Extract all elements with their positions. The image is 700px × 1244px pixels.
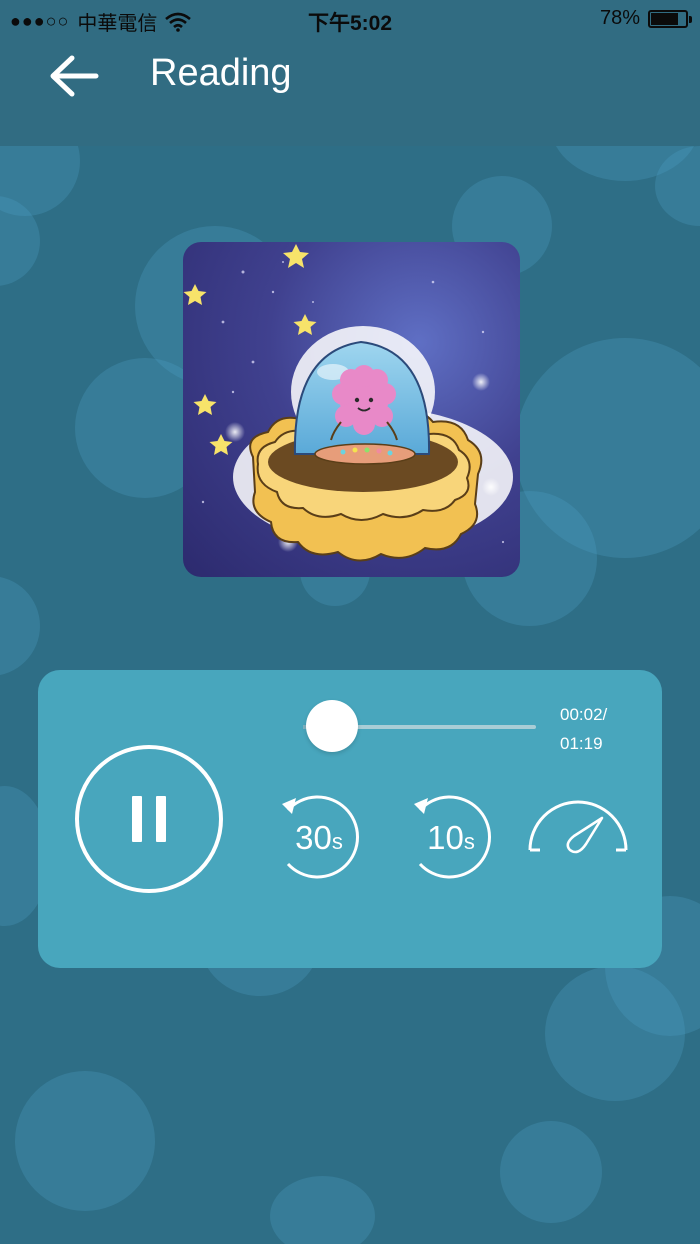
status-right: 78% [599, 7, 692, 30]
rewind-30-label: 30 [295, 819, 332, 856]
total-time: 01:19 [560, 734, 603, 753]
navigation-header: Reading [0, 40, 700, 146]
svg-text:10s: 10s [427, 819, 475, 856]
cover-illustration [183, 244, 513, 562]
player-controls-panel: 00:02/ 01:19 30s 10s [38, 670, 662, 968]
progress-slider-thumb[interactable] [306, 700, 358, 752]
rewind-30-button[interactable]: 30s [276, 790, 366, 884]
battery-level [651, 12, 678, 25]
arrow-left-icon [50, 55, 99, 97]
back-button[interactable] [44, 50, 108, 102]
book-cover-image [183, 242, 520, 577]
svg-text:30s: 30s [295, 819, 343, 856]
time-display: 00:02/ 01:19 [560, 700, 607, 758]
status-bar: ●●●○○ 中華電信 下午5:02 78% [0, 0, 700, 40]
battery-percent: 78% [599, 7, 640, 29]
battery-icon [648, 9, 692, 28]
page-title: Reading [150, 52, 292, 94]
bubble [0, 576, 40, 676]
rewind-10-unit: s [464, 829, 475, 854]
rewind-30-icon: 30s [282, 795, 359, 879]
clock: 下午5:02 [307, 12, 393, 35]
playback-speed-button[interactable] [526, 794, 630, 864]
bubble [15, 1071, 155, 1211]
rewind-30-unit: s [332, 829, 343, 854]
pause-button[interactable] [74, 744, 224, 894]
bubble [270, 1176, 375, 1244]
rewind-10-button[interactable]: 10s [408, 790, 498, 884]
pause-icon [75, 745, 223, 893]
speedometer-icon [528, 800, 628, 854]
bubble [500, 1121, 602, 1223]
rewind-10-icon: 10s [414, 795, 491, 879]
current-time: 00:02/ [560, 705, 608, 724]
rewind-10-label: 10 [427, 819, 464, 856]
